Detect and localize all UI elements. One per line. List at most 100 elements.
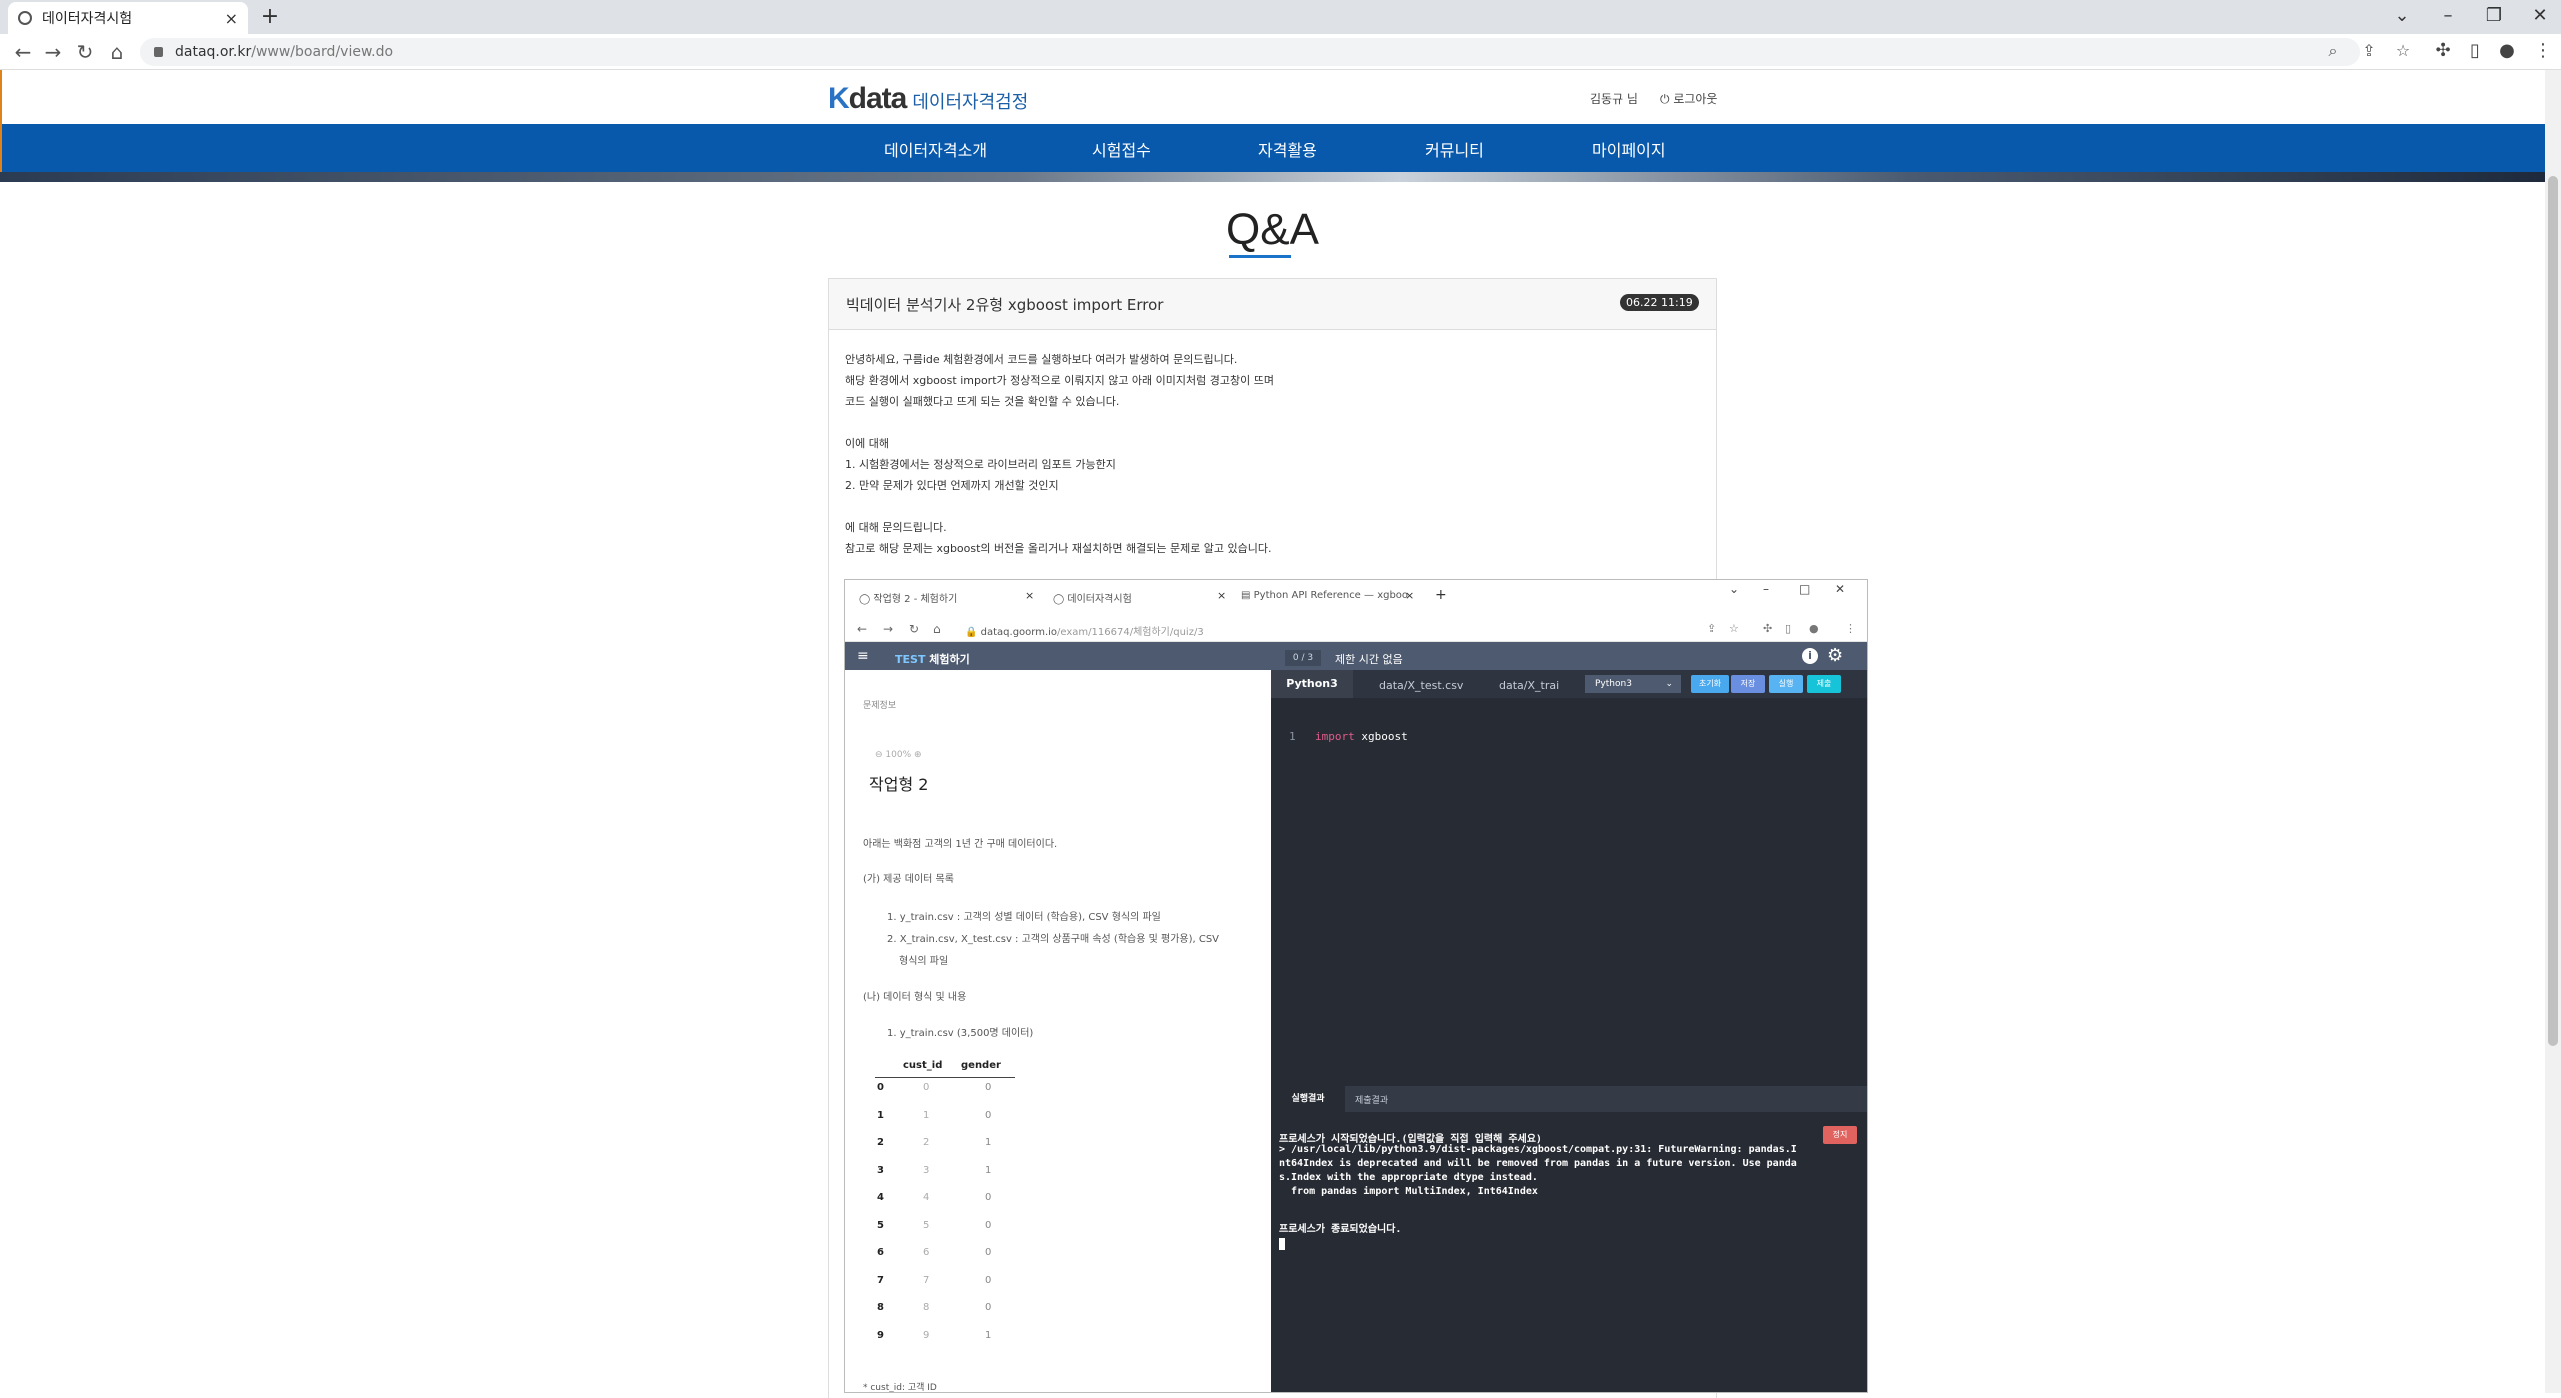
home-icon[interactable]: ⌂ <box>104 40 130 64</box>
address-bar[interactable]: dataq.or.kr/www/board/view.do <box>140 38 2360 66</box>
shot-line-number: 1 <box>1289 730 1296 743</box>
page-title: Q&A <box>1226 205 1319 254</box>
reload-icon[interactable]: ↻ <box>72 40 98 64</box>
shot-output-line: s.Index with the appropriate dtype inste… <box>1279 1172 1538 1183</box>
shot-editor-pane <box>1271 670 1867 1392</box>
shot-problem-text: 1. y_train.csv : 고객의 성별 데이터 (학습용), CSV 형… <box>887 912 1161 923</box>
nav-item-community[interactable]: 커뮤니티 <box>1425 137 1484 161</box>
browser-tab-title: 데이터자격시험 <box>42 11 133 27</box>
shot-footnote: * cust_id: 고객 ID <box>863 1383 937 1393</box>
shot-tab-close-icon: × <box>1025 589 1035 602</box>
shot-table-row: 9 9 1 <box>875 1328 1015 1348</box>
attached-screenshot: ◯ 작업형 2 - 체험하기 × ◯ 데이터자격시험 × ▤ Python AP… <box>844 579 1868 1393</box>
shot-minimize-icon: – <box>1763 582 1769 596</box>
shot-row-index: 4 <box>877 1192 884 1203</box>
zoom-icon[interactable]: ⌕ <box>2322 41 2344 61</box>
url-path: /www/board/view.do <box>251 44 394 60</box>
shot-cell-gender: 1 <box>985 1137 992 1148</box>
tab-search-icon[interactable]: ⌄ <box>2382 2 2422 30</box>
logo-subtitle: 데이터자격검정 <box>912 92 1029 113</box>
shot-globe-icon: ◯ <box>859 594 874 605</box>
shot-code-line: import xgboost <box>1315 730 1408 743</box>
shot-zoom-out-icon: ⊖ <box>875 750 886 760</box>
shot-restore-icon: □ <box>1799 582 1811 596</box>
lock-icon <box>154 47 163 57</box>
title-underline <box>1229 255 1291 258</box>
globe-icon <box>18 11 32 25</box>
post-line: 참고로 해당 문제는 xgboost의 버전을 올리거나 재설치하면 해결되는 … <box>845 542 1272 555</box>
shot-cell-gender: 0 <box>985 1274 992 1286</box>
shot-editor-tab-xtrain: data/X_trai <box>1499 679 1560 692</box>
logout-icon: ⏻ <box>1660 92 1674 106</box>
close-tab-icon[interactable]: × <box>225 9 238 28</box>
shot-cell-cust-id: 8 <box>923 1302 930 1313</box>
shot-row-index: 2 <box>877 1137 884 1148</box>
shot-cell-cust-id: 4 <box>923 1192 930 1203</box>
browser-tab[interactable]: 데이터자격시험 × <box>8 2 248 34</box>
shot-reload-icon: ↻ <box>909 622 920 636</box>
post-line: 1. 시험환경에서는 정상적으로 라이브러리 임포트 가능한지 <box>845 458 1116 471</box>
logout-link[interactable]: ⏻ 로그아웃 <box>1660 90 1717 107</box>
shot-problem-text: (가) 제공 데이터 목록 <box>863 874 954 885</box>
shot-cell-cust-id: 6 <box>923 1247 930 1258</box>
shot-star-icon: ☆ <box>1729 622 1739 635</box>
user-name: 김동규 님 <box>1590 92 1638 106</box>
shot-cell-gender: 1 <box>985 1164 992 1176</box>
nav-item-mypage[interactable]: 마이페이지 <box>1592 137 1666 161</box>
extensions-icon[interactable]: ✣ <box>2430 40 2456 61</box>
profile-icon[interactable]: ● <box>2494 40 2520 61</box>
shot-problem-text: (나) 데이터 형식 및 내용 <box>863 992 967 1003</box>
shot-row-index: 1 <box>877 1109 884 1121</box>
shot-problem-text: 형식의 파일 <box>899 956 949 967</box>
side-panel-icon[interactable]: ▯ <box>2462 40 2488 61</box>
bookmark-star-icon[interactable]: ☆ <box>2392 41 2414 60</box>
shot-table-row: 2 2 1 <box>875 1135 1015 1155</box>
nav-item-intro[interactable]: 데이터자격소개 <box>884 137 987 161</box>
shot-editor-tab-python: Python3 <box>1271 670 1353 698</box>
shot-output-line: from pandas import MultiIndex, Int64Inde… <box>1279 1186 1538 1197</box>
shot-output-tab-submit: 제출결과 <box>1355 1096 1389 1106</box>
scrollbar-thumb[interactable] <box>2548 176 2558 1046</box>
shot-table-row: 5 5 0 <box>875 1218 1015 1238</box>
post-line: 에 대해 문의드립니다. <box>845 521 947 534</box>
shot-tab-2: ◯ 데이터자격시험 <box>1053 594 1132 605</box>
back-icon[interactable]: ← <box>10 40 36 64</box>
shot-table-row: 8 8 0 <box>875 1300 1015 1320</box>
shot-cell-gender: 0 <box>985 1082 992 1093</box>
shot-output-line: nt64Index is deprecated and will be remo… <box>1279 1158 1797 1169</box>
shot-col-cust-id: cust_id <box>903 1060 943 1071</box>
nav-item-register[interactable]: 시험접수 <box>1092 137 1151 161</box>
restore-button[interactable]: ❐ <box>2474 2 2514 30</box>
minimize-button[interactable]: – <box>2428 2 2468 30</box>
shot-table-row: 1 1 0 <box>875 1108 1015 1128</box>
shot-cell-gender: 0 <box>985 1219 992 1231</box>
shot-cell-gender: 0 <box>985 1109 992 1121</box>
post-line: 해당 환경에서 xgboost import가 정상적으로 이뤄지지 않고 아래… <box>845 374 1274 387</box>
shot-output-line: > /usr/local/lib/python3.9/dist-packages… <box>1279 1144 1797 1155</box>
share-icon[interactable]: ⇪ <box>2358 41 2380 60</box>
shot-cell-cust-id: 2 <box>923 1137 930 1148</box>
url-host: dataq.or.kr <box>175 44 252 60</box>
tab-strip <box>0 0 2561 34</box>
shot-problem-text: 아래는 백화점 고객의 1년 간 구매 데이터이다. <box>863 839 1058 850</box>
site-header <box>0 70 2545 124</box>
forward-icon[interactable]: → <box>40 40 66 64</box>
shot-reset-button: 초기화 <box>1691 675 1729 693</box>
shot-extensions-icon: ✣ <box>1763 622 1773 635</box>
new-tab-button[interactable]: + <box>258 6 282 30</box>
post-title: 빅데이터 분석기사 2유형 xgboost import Error <box>846 296 1164 314</box>
site-logo[interactable]: Kdata 데이터자격검정 <box>828 82 1028 116</box>
shot-doc-icon: ▤ <box>1241 590 1254 601</box>
nav-item-utilize[interactable]: 자격활용 <box>1258 137 1317 161</box>
shot-cell-cust-id: 5 <box>923 1219 930 1231</box>
post-date-badge: 06.22 11:19 <box>1620 294 1699 311</box>
shot-table-row: 0 0 0 <box>875 1080 1015 1100</box>
shot-cell-cust-id: 7 <box>923 1274 930 1286</box>
shot-row-index: 5 <box>877 1219 884 1231</box>
close-window-button[interactable]: ✕ <box>2520 2 2560 30</box>
menu-dots-icon[interactable]: ⋮ <box>2530 40 2556 61</box>
shot-cell-cust-id: 0 <box>923 1082 930 1093</box>
shot-row-index: 0 <box>877 1082 884 1093</box>
banner-image <box>0 172 2545 182</box>
shot-table-row: 7 7 0 <box>875 1273 1015 1293</box>
